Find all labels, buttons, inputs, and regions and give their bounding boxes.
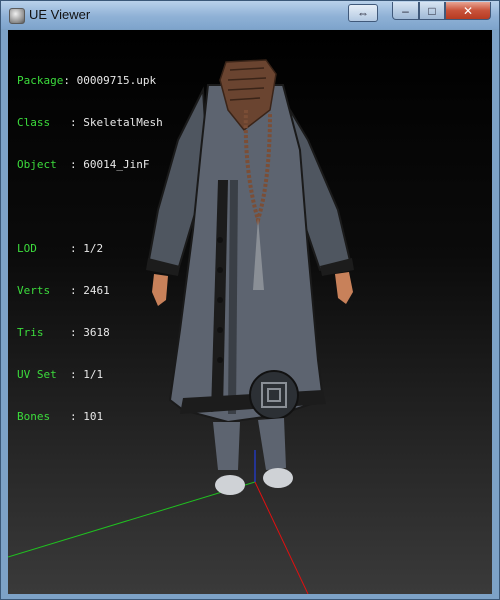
y-axis-line [8, 481, 256, 558]
info-label-bones: Bones [17, 410, 51, 423]
title-bar[interactable]: UE Viewer ⇔ – □ ✕ [1, 1, 499, 29]
app-icon [9, 8, 25, 24]
x-axis-line [254, 481, 309, 594]
info-value-object: 60014_JinF [83, 158, 150, 171]
close-button[interactable]: ✕ [445, 2, 491, 20]
minimize-button[interactable]: – [392, 2, 419, 20]
double-arrow-icon: ⇔ [357, 6, 369, 20]
character-model [146, 59, 354, 495]
close-icon: ✕ [462, 3, 474, 18]
info-value-verts: 2461 [83, 284, 110, 297]
info-row-bones: Bones : 101 [17, 410, 104, 423]
info-row-uvset: UV Set : 1/1 [17, 368, 104, 381]
info-row-object: Object : 60014_JinF [17, 158, 150, 171]
app-window: UE Viewer ⇔ – □ ✕ Package: 00009715.upk … [0, 0, 500, 600]
3d-viewport[interactable]: Package: 00009715.upk Class : SkeletalMe… [8, 30, 492, 594]
mesh-info-overlay: Package: 00009715.upk Class : SkeletalMe… [17, 46, 163, 452]
window-title: UE Viewer [29, 7, 91, 22]
info-value-lod: 1/2 [83, 242, 104, 255]
info-row-verts: Verts : 2461 [17, 284, 110, 297]
minimize-icon: – [402, 3, 409, 18]
info-label-tris: Tris [17, 326, 44, 339]
info-label-lod: LOD [17, 242, 37, 255]
info-row-tris: Tris : 3618 [17, 326, 110, 339]
info-label-class: Class [17, 116, 51, 129]
info-row-class: Class : SkeletalMesh [17, 116, 163, 129]
info-label-object: Object [17, 158, 57, 171]
info-row-lod: LOD : 1/2 [17, 242, 104, 255]
info-value-uvset: 1/1 [83, 368, 104, 381]
info-row-package: Package: 00009715.upk [17, 74, 157, 87]
info-label-verts: Verts [17, 284, 51, 297]
maximize-button[interactable]: □ [419, 2, 445, 20]
info-label-package: Package [17, 74, 64, 87]
info-label-uvset: UV Set [17, 368, 57, 381]
info-value-tris: 3618 [83, 326, 110, 339]
info-value-class: SkeletalMesh [83, 116, 163, 129]
swap-view-button[interactable]: ⇔ [348, 4, 378, 22]
info-value-package: 00009715.upk [76, 74, 157, 87]
maximize-icon: □ [428, 3, 436, 18]
info-value-bones: 101 [83, 410, 104, 423]
